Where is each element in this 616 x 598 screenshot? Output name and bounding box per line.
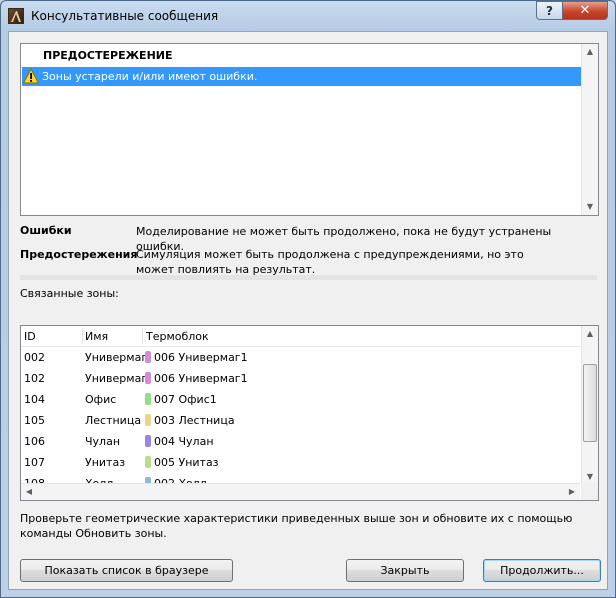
zone-id: 105 bbox=[24, 414, 45, 427]
zone-name: Чулан bbox=[85, 435, 121, 448]
zone-id: 002 bbox=[24, 351, 45, 364]
column-name[interactable]: Имя bbox=[85, 330, 108, 343]
zone-name: Универмаг bbox=[85, 351, 148, 364]
zone-name: Лестница bbox=[85, 414, 142, 427]
thermal-block-color-swatch bbox=[145, 393, 151, 405]
zone-thermal-block: 004 Чулан bbox=[154, 435, 214, 448]
table-row[interactable]: 002 Универмаг 006 Универмаг1 bbox=[21, 347, 580, 368]
title-bar: Консультативные сообщения ? ✕ bbox=[1, 1, 615, 31]
dialog-body: ПРЕДОСТЕРЕЖЕНИЕ Зоны устарели и/или имею… bbox=[8, 31, 608, 590]
legend-warnings-desc: Симуляция может быть продолжена с предуп… bbox=[136, 248, 524, 276]
column-divider[interactable] bbox=[142, 328, 143, 344]
legend-errors: Ошибки Моделирование не может быть продо… bbox=[20, 224, 590, 253]
warning-item[interactable]: Зоны устарели и/или имеют ошибки. bbox=[22, 67, 581, 86]
zone-id: 104 bbox=[24, 393, 45, 406]
zone-thermal-block: 006 Универмаг1 bbox=[154, 372, 248, 385]
zone-thermal-block: 005 Унитаз bbox=[154, 456, 219, 469]
scroll-right-icon[interactable]: ▶ bbox=[564, 484, 580, 500]
warnings-scrollbar[interactable]: ▲ ▼ bbox=[581, 44, 598, 215]
table-row[interactable]: 107 Унитаз 005 Унитаз bbox=[21, 452, 580, 473]
thermal-block-color-swatch bbox=[145, 372, 151, 384]
close-window-button[interactable]: ✕ bbox=[562, 1, 608, 20]
separator bbox=[20, 275, 597, 280]
zones-table[interactable]: ID Имя Термоблок 002 Универмаг 006 Универм… bbox=[20, 325, 599, 501]
scroll-thumb[interactable] bbox=[583, 364, 597, 442]
warnings-list[interactable]: ПРЕДОСТЕРЕЖЕНИЕ Зоны устарели и/или имею… bbox=[20, 43, 599, 216]
close-button[interactable]: Закрыть bbox=[346, 559, 464, 582]
zones-table-header: ID Имя Термоблок bbox=[21, 326, 580, 347]
close-icon: ✕ bbox=[579, 3, 591, 18]
show-in-browser-button[interactable]: Показать список в браузере bbox=[20, 559, 233, 582]
table-row[interactable]: 105 Лестница 003 Лестница bbox=[21, 410, 580, 431]
zone-id: 102 bbox=[24, 372, 45, 385]
scroll-down-icon[interactable]: ▼ bbox=[582, 199, 598, 215]
hint-text: Проверьте геометрические характеристики … bbox=[20, 512, 573, 540]
thermal-block-color-swatch bbox=[145, 435, 151, 447]
table-row[interactable]: 104 Офис 007 Офис1 bbox=[21, 389, 580, 410]
column-block[interactable]: Термоблок bbox=[146, 330, 209, 343]
continue-button[interactable]: Продолжить... bbox=[483, 559, 601, 582]
warning-item-text: Зоны устарели и/или имеют ошибки. bbox=[42, 70, 258, 83]
zones-hscroll[interactable]: ◀ ▶ bbox=[21, 483, 580, 500]
zone-thermal-block: 007 Офис1 bbox=[154, 393, 217, 406]
advisory-dialog: Консультативные сообщения ? ✕ ПРЕДОСТЕРЕ… bbox=[0, 0, 616, 598]
table-row[interactable]: 102 Универмаг 006 Универмаг1 bbox=[21, 368, 580, 389]
thermal-block-color-swatch bbox=[145, 456, 151, 468]
help-icon: ? bbox=[546, 3, 553, 18]
scroll-left-icon[interactable]: ◀ bbox=[21, 484, 37, 500]
legend-warnings-term: Предостережения bbox=[20, 248, 138, 261]
scroll-corner bbox=[581, 483, 598, 500]
help-button[interactable]: ? bbox=[536, 1, 563, 20]
zone-id: 107 bbox=[24, 456, 45, 469]
zone-thermal-block: 006 Универмаг1 bbox=[154, 351, 248, 364]
column-id[interactable]: ID bbox=[24, 330, 36, 343]
zone-thermal-block: 003 Лестница bbox=[154, 414, 235, 427]
zone-name: Универмаг bbox=[85, 372, 148, 385]
app-icon bbox=[8, 8, 24, 24]
thermal-block-color-swatch bbox=[145, 351, 151, 363]
scroll-up-icon[interactable]: ▲ bbox=[582, 326, 598, 342]
zone-id: 106 bbox=[24, 435, 45, 448]
warning-triangle-icon bbox=[23, 68, 39, 84]
scroll-up-icon[interactable]: ▲ bbox=[582, 44, 598, 60]
column-divider[interactable] bbox=[82, 328, 83, 344]
zone-name: Унитаз bbox=[85, 456, 126, 469]
zones-vscroll[interactable]: ▲ ▼ bbox=[581, 326, 598, 485]
linked-zones-label: Связанные зоны: bbox=[20, 287, 119, 300]
thermal-block-color-swatch bbox=[145, 414, 151, 426]
legend-errors-term: Ошибки bbox=[20, 224, 72, 237]
table-row[interactable]: 106 Чулан 004 Чулан bbox=[21, 431, 580, 452]
zone-name: Офис bbox=[85, 393, 117, 406]
window-title: Консультативные сообщения bbox=[31, 9, 219, 23]
warnings-header: ПРЕДОСТЕРЕЖЕНИЕ bbox=[43, 49, 173, 62]
